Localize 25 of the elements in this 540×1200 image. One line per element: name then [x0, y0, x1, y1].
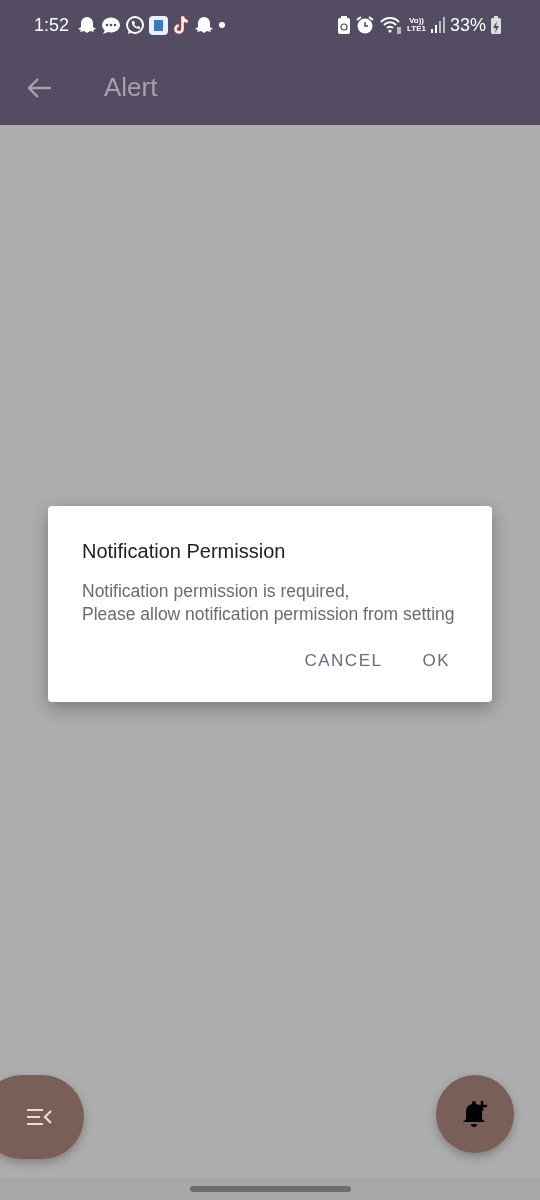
battery-percent: 33%	[449, 13, 486, 37]
dialog-title: Notification Permission	[82, 539, 287, 564]
volte-label: Vo))	[409, 17, 424, 25]
add-alert-button[interactable]	[436, 1075, 514, 1153]
chat-bubble-icon	[101, 15, 122, 35]
menu-collapse-icon	[26, 1108, 52, 1126]
menu-button[interactable]	[0, 1075, 84, 1159]
dialog-message: Notification permission is required, Please allow notification permission from setting	[82, 580, 456, 626]
status-time: 1:52	[34, 13, 70, 37]
ghost-icon	[194, 15, 215, 35]
music-note-icon	[172, 15, 191, 35]
alarm-icon	[355, 15, 375, 35]
battery-charging-icon	[490, 15, 502, 35]
ghost-icon	[77, 15, 98, 35]
cancel-button[interactable]: CANCEL	[296, 642, 391, 680]
lte-label: LTE1	[407, 25, 426, 33]
phone-bubble-icon	[125, 15, 146, 35]
back-arrow-icon	[26, 76, 52, 99]
wifi-icon	[379, 15, 403, 35]
signal-icon	[429, 16, 446, 34]
app-icon	[149, 15, 169, 35]
ok-button[interactable]: OK	[414, 642, 458, 680]
page-title: Alert	[104, 71, 158, 104]
dot-icon	[218, 21, 227, 29]
battery-saver-icon	[337, 15, 351, 35]
